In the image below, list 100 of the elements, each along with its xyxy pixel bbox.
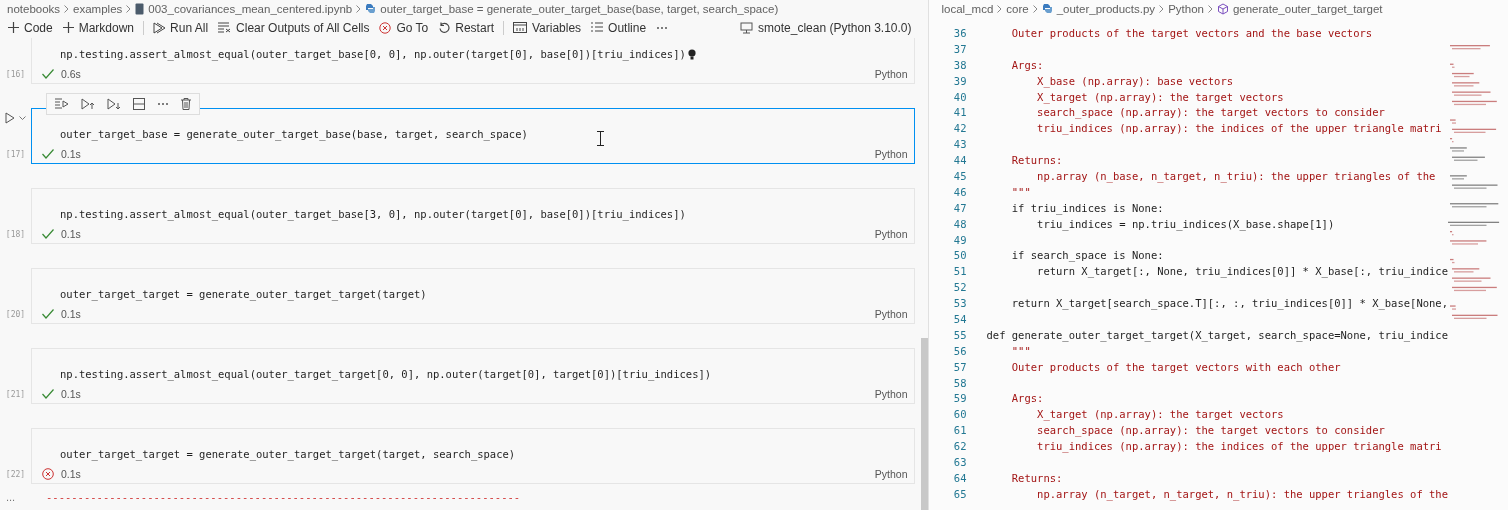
code-line: np.array (n_target, n_target, n_triu): the upper triangles of the	[1036, 487, 1448, 500]
breadcrumb-item[interactable]: local_mcd	[941, 2, 994, 15]
chevron-right-icon	[64, 4, 70, 13]
restart-icon	[438, 21, 451, 34]
code-line: triu_indices (np.array): the indices of the upper triangle matri	[1036, 122, 1442, 135]
code-line: triu_indices = np.triu_indices(X_base.shape[1])	[1036, 217, 1335, 230]
line-number: 64	[952, 471, 967, 484]
breadcrumb-item[interactable]: 003_covariances_mean_centered.ipynb	[148, 2, 353, 15]
line-number: 36	[952, 26, 967, 39]
code-line: return X_target[search_space.T][:, :, triu_indices[0]] * X_base[None,	[1010, 297, 1448, 310]
cell-language[interactable]: Python	[874, 468, 908, 480]
split-cell-icon[interactable]	[133, 98, 145, 110]
code-line: np.testing.assert_almost_equal(outer_target_target[0, 0], np.outer(target[0], target[0])[triu_indices])	[60, 368, 712, 380]
cell-language[interactable]: Python	[874, 228, 908, 240]
lightbulb-icon[interactable]	[687, 48, 696, 60]
execution-count: [22]	[4, 470, 27, 481]
run-by-line-icon[interactable]	[55, 98, 69, 110]
code-line: Outer products of the target vectors with each other	[1010, 360, 1341, 373]
line-number: 65	[952, 487, 967, 500]
line-number: 62	[952, 440, 967, 453]
text-cursor-icon	[597, 131, 604, 146]
code-cell[interactable]: outer_target_target = generate_outer_target_target(target) 0.1s Python	[31, 268, 915, 324]
toolbar-button[interactable]: Code	[4, 19, 57, 36]
toolbar-button[interactable]: Restart	[434, 19, 498, 36]
code-cell[interactable]: outer_target_target = generate_outer_target_target(target, search_space) 0.1s Python	[31, 428, 915, 484]
line-number: 49	[952, 233, 967, 246]
breadcrumb-item[interactable]: core	[1006, 2, 1029, 15]
execution-time: 0.1s	[61, 148, 81, 160]
toolbar-button[interactable]: Variables	[508, 19, 586, 36]
line-number: 43	[952, 138, 967, 151]
code-cell[interactable]: outer_target_base = generate_outer_target_base(base, target, search_space) 0.1s Python	[31, 108, 915, 164]
line-number: 59	[952, 392, 967, 405]
output-more[interactable]: ...	[0, 491, 26, 503]
line-number: 45	[952, 169, 967, 182]
code-line: X_target (np.array): the target vectors	[1036, 408, 1284, 421]
code-cell[interactable]: np.testing.assert_almost_equal(outer_target_target[0, 0], np.outer(target[0], target[0])[triu_indices]) 0.1s Python	[31, 348, 915, 404]
list-icon	[591, 22, 604, 33]
code-line: search_space (np.array): the target vectors to consider	[1036, 106, 1385, 119]
cube-icon	[1216, 2, 1229, 15]
line-number: 46	[952, 185, 967, 198]
breadcrumb-item[interactable]: Python	[1168, 2, 1204, 15]
more-icon[interactable]	[157, 102, 169, 106]
chevron-right-icon	[997, 4, 1003, 13]
plus-icon	[62, 22, 74, 33]
run-cell-icon[interactable]	[5, 112, 15, 124]
code-line: if search_space is None:	[1010, 249, 1164, 262]
line-number: 41	[952, 106, 967, 119]
toolbar-button[interactable]: Markdown	[58, 19, 139, 36]
breadcrumb-item[interactable]: outer_target_base = generate_outer_target_base(base, target, search_space)	[380, 2, 779, 15]
breadcrumb-item[interactable]: notebooks	[7, 2, 61, 15]
toolbar-button[interactable]: Clear Outputs of All Cells	[214, 19, 374, 36]
breadcrumb-item[interactable]: generate_outer_target_target	[1232, 2, 1383, 15]
code-line: def generate_outer_target_target(X_target, search_space=None, triu_indice	[986, 328, 1448, 341]
clear-list-icon	[218, 22, 232, 33]
run-all-icon	[153, 21, 166, 34]
breadcrumb-item[interactable]: examples	[73, 2, 123, 15]
execution-count: [16]	[4, 70, 27, 81]
code-cell[interactable]: np.testing.assert_almost_equal(outer_target_base[3, 0], np.outer(target[0], base[0])[triu_indices]) 0.1s Python	[31, 188, 915, 244]
scrollbar-thumb[interactable]	[920, 338, 928, 510]
line-number: 57	[952, 360, 967, 373]
run-above-icon[interactable]	[81, 98, 95, 110]
trash-icon[interactable]	[181, 98, 191, 110]
line-number: 54	[952, 312, 967, 325]
circle-x-icon	[379, 21, 392, 34]
kernel-picker[interactable]: smote_clean (Python 3.10.0)	[736, 19, 916, 36]
line-number: 56	[952, 344, 967, 357]
line-number: 39	[952, 74, 967, 87]
execution-time: 0.1s	[61, 388, 81, 400]
toolbar-button[interactable]: Outline	[587, 19, 651, 36]
code-line: Outer products of the target vectors and the base vectors	[1010, 26, 1373, 39]
breadcrumb-item[interactable]: _outer_products.py	[1056, 2, 1156, 15]
line-number: 37	[952, 42, 967, 55]
code-line: """	[1010, 344, 1031, 357]
code-line: np.testing.assert_almost_equal(outer_target_base[3, 0], np.outer(target[0], base[0])[triu_indices])	[60, 208, 686, 220]
code-line: X_base (np.array): base vectors	[1036, 74, 1234, 87]
code-line: Returns:	[1010, 471, 1063, 484]
error-output-text: ---------------------------------------------------------------------------	[45, 491, 521, 503]
execution-count: [20]	[4, 310, 27, 321]
line-number: 53	[952, 297, 967, 310]
cell-language[interactable]: Python	[874, 148, 908, 160]
code-line: Args:	[1010, 58, 1044, 71]
execution-time: 0.1s	[61, 308, 81, 320]
cell-language[interactable]: Python	[874, 308, 908, 320]
toolbar-button[interactable]: Go To	[375, 19, 433, 36]
code-line: Returns:	[1010, 154, 1063, 167]
code-line: """	[1010, 185, 1031, 198]
line-number: 40	[952, 90, 967, 103]
cell-language[interactable]: Python	[874, 388, 908, 400]
chevron-down-icon[interactable]	[19, 115, 26, 121]
run-below-icon[interactable]	[107, 98, 121, 110]
code-line: Args:	[1010, 392, 1044, 405]
more-button[interactable]: ⋯	[652, 19, 673, 36]
notebook-file-icon	[135, 2, 145, 15]
execution-time: 0.1s	[61, 228, 81, 240]
cell-language[interactable]: Python	[874, 68, 908, 80]
line-number: 61	[952, 424, 967, 437]
code-cell[interactable]: np.testing.assert_almost_equal(outer_target_base[0, 0], np.outer(target[0], base[0])[triu_indices]) 0.6s Python	[31, 38, 915, 84]
toolbar-button[interactable]: Run All	[149, 19, 213, 36]
line-number: 48	[952, 217, 967, 230]
python-file-icon	[1041, 3, 1053, 14]
